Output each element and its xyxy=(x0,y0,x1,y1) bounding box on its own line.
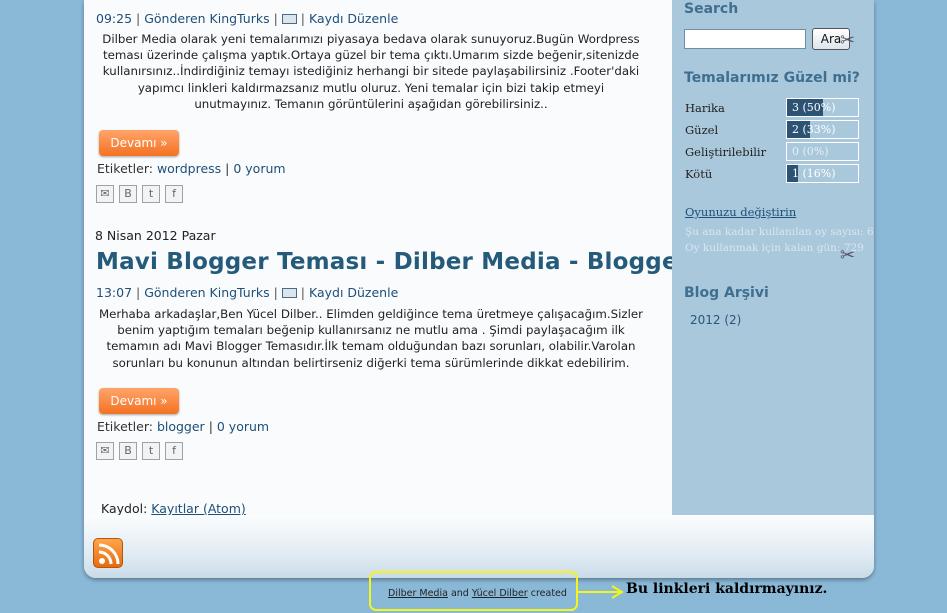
poll-option-result: 3 (50%) xyxy=(792,101,836,114)
footer xyxy=(84,515,874,578)
post-labels: Etiketler: blogger | 0 yorum xyxy=(97,419,270,434)
arrow-annotation-icon xyxy=(578,585,624,599)
post-body: Dilber Media olarak yeni temalarımızı pi… xyxy=(102,32,640,111)
poll-option-bar[interactable]: 0 (0%) xyxy=(786,142,859,161)
poll-option-bar[interactable]: 1 (16%) xyxy=(786,164,859,183)
credits-note: Bu linkleri kaldırmayınız. xyxy=(626,581,828,597)
sidebar: Search Ara ✂ Temalarımız Güzel mi? Harik… xyxy=(672,0,874,515)
subscribe-row: Kaydol: Kayıtlar (Atom) xyxy=(101,501,246,516)
twitter-share-icon[interactable]: t xyxy=(142,185,160,203)
facebook-share-icon[interactable]: f xyxy=(165,442,183,460)
credit-link-yucel-dilber[interactable]: Yücel Dilber xyxy=(472,588,528,599)
edit-widget-icon[interactable]: ✂ xyxy=(840,245,855,266)
atom-feed-link[interactable]: Kayıtlar (Atom) xyxy=(151,501,245,516)
comments-link[interactable]: 0 yorum xyxy=(233,161,285,176)
credit-link-dilber-media[interactable]: Dilber Media xyxy=(388,588,448,599)
blogger-share-icon[interactable]: B xyxy=(119,442,137,460)
post-time-link[interactable]: 13:07 xyxy=(96,285,132,300)
rss-icon-glyph xyxy=(98,543,120,565)
credits: Dilber Media and Yücel Dilber created xyxy=(388,588,567,599)
poll-option-bar[interactable]: 2 (33%) xyxy=(786,120,859,139)
edit-post-link[interactable]: Kaydı Düzenle xyxy=(309,11,398,26)
email-share-icon[interactable]: ✉ xyxy=(96,442,114,460)
poll-option-bar[interactable]: 3 (50%) xyxy=(786,98,859,117)
archive-year-link[interactable]: 2012 (2) xyxy=(690,313,741,327)
read-more-button[interactable]: Devamı » xyxy=(99,388,179,414)
blogger-share-icon[interactable]: B xyxy=(119,185,137,203)
poll-option-label: Harika xyxy=(685,101,725,115)
search-input[interactable] xyxy=(684,29,806,49)
share-buttons: ✉ B t f xyxy=(96,185,183,203)
post-meta: 09:25 | Gönderen KingTurks | | Kaydı Düz… xyxy=(96,11,399,26)
poll-vote-count: Şu ana kadar kullanılan oy sayısı: 6 xyxy=(685,226,874,238)
poll-option-label: Güzel xyxy=(685,123,719,137)
email-post-icon[interactable] xyxy=(281,288,297,298)
poll-option-result: 0 (0%) xyxy=(792,145,829,158)
post-author: Gönderen KingTurks xyxy=(144,11,270,26)
post-meta: 13:07 | Gönderen KingTurks | | Kaydı Düz… xyxy=(96,285,399,300)
email-post-icon[interactable] xyxy=(281,14,297,24)
share-buttons: ✉ B t f xyxy=(96,442,183,460)
rss-icon[interactable] xyxy=(93,538,123,568)
poll-option-result: 2 (33%) xyxy=(792,123,836,136)
post-labels: Etiketler: wordpress | 0 yorum xyxy=(97,161,286,176)
edit-post-link[interactable]: Kaydı Düzenle xyxy=(309,285,398,300)
archive-title: Blog Arşivi xyxy=(684,285,769,301)
edit-widget-icon[interactable]: ✂ xyxy=(840,30,855,51)
main-column: 09:25 | Gönderen KingTurks | | Kaydı Düz… xyxy=(84,0,729,516)
poll-option-label: Geliştirilebilir xyxy=(685,145,767,159)
label-link[interactable]: wordpress xyxy=(157,161,221,176)
poll-option-result: 1 (16%) xyxy=(792,167,836,180)
post-author: Gönderen KingTurks xyxy=(144,285,270,300)
comments-link[interactable]: 0 yorum xyxy=(217,419,269,434)
poll-days-left: Oy kullanmak için kalan gün: 729 xyxy=(685,242,864,254)
poll-option-label: Kötü xyxy=(685,167,713,181)
post-body: Merhaba arkadaşlar,Ben Yücel Dilber.. El… xyxy=(99,307,643,370)
post-title[interactable]: Mavi Blogger Teması - Dilber Media - Blo… xyxy=(96,249,729,275)
email-share-icon[interactable]: ✉ xyxy=(96,185,114,203)
poll-title: Temalarımız Güzel mi? xyxy=(684,70,860,86)
post-date: 8 Nisan 2012 Pazar xyxy=(95,228,216,243)
twitter-share-icon[interactable]: t xyxy=(142,442,160,460)
change-vote-link[interactable]: Oyunuzu değiştirin xyxy=(685,205,796,219)
facebook-share-icon[interactable]: f xyxy=(165,185,183,203)
page-container: 09:25 | Gönderen KingTurks | | Kaydı Düz… xyxy=(84,0,874,578)
label-link[interactable]: blogger xyxy=(157,419,205,434)
read-more-button[interactable]: Devamı » xyxy=(99,130,179,156)
search-title: Search xyxy=(684,1,739,17)
post-time-link[interactable]: 09:25 xyxy=(96,11,132,26)
